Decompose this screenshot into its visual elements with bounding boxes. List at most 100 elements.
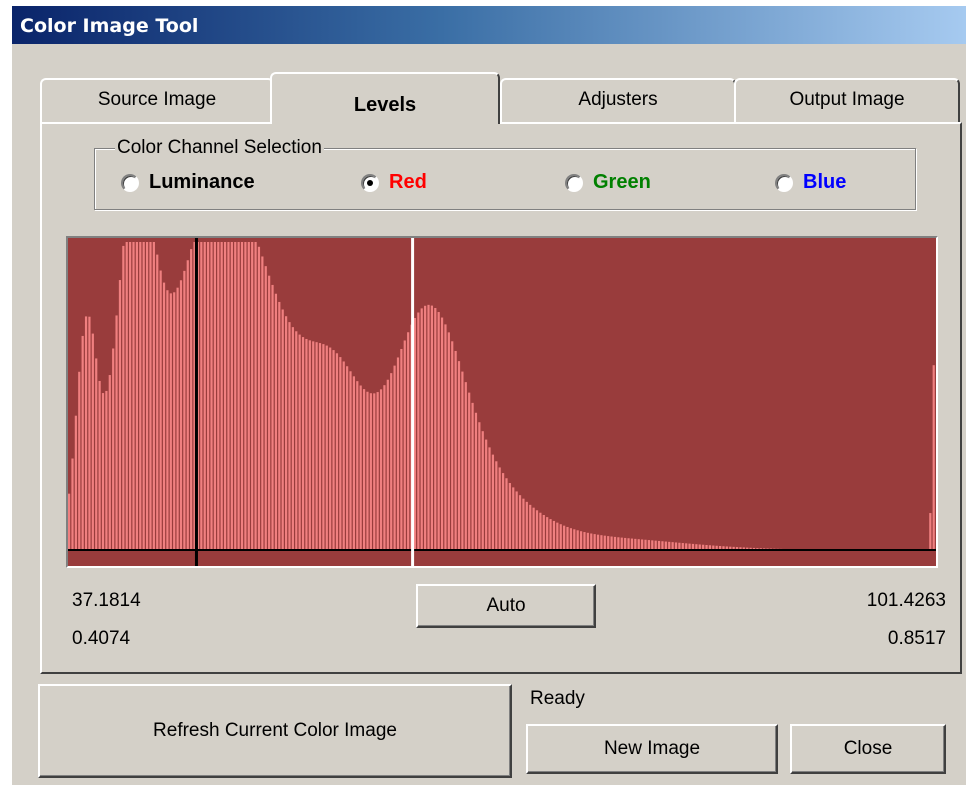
histogram-bar — [552, 520, 556, 550]
histogram-bar — [532, 507, 535, 550]
tab-levels[interactable]: Levels — [270, 72, 500, 124]
tab-output-image[interactable]: Output Image — [734, 78, 960, 122]
histogram-bar — [78, 371, 81, 550]
histogram-bar — [342, 361, 345, 550]
histogram-bar — [125, 242, 128, 550]
window-title: Color Image Tool — [20, 15, 199, 37]
histogram-bar — [461, 371, 464, 550]
histogram-bar — [444, 324, 447, 550]
histogram-bar — [332, 350, 335, 550]
histogram-bar — [315, 342, 318, 550]
histogram-bar — [674, 542, 678, 550]
histogram-bar — [264, 266, 267, 550]
histogram-bar — [464, 382, 467, 550]
histogram-bar — [515, 491, 518, 550]
histogram-bar — [400, 348, 403, 550]
histogram-bar — [295, 331, 298, 550]
histogram-bar — [485, 439, 488, 550]
histogram-bar — [169, 293, 172, 550]
tab-label: Levels — [353, 94, 417, 116]
histogram-bar — [617, 537, 620, 550]
histogram-bar — [563, 525, 566, 550]
histogram-bar — [468, 392, 471, 550]
radio-red-label: Red — [389, 171, 427, 193]
histogram-bar — [105, 390, 108, 550]
histogram-bar — [379, 389, 383, 550]
histogram-bar — [641, 539, 644, 550]
histogram-bar — [308, 340, 311, 550]
histogram-bar — [624, 537, 627, 550]
histogram-bar — [98, 380, 101, 550]
histogram-bar — [566, 526, 569, 550]
tab-label: Adjusters — [578, 89, 658, 110]
histogram-bar — [430, 305, 433, 550]
tab-label: Source Image — [97, 89, 217, 110]
radio-green-label: Green — [593, 171, 651, 193]
histogram-bar — [298, 334, 301, 550]
histogram-bar — [512, 487, 515, 550]
histogram-bar — [84, 316, 88, 550]
histogram-bar — [535, 510, 539, 550]
histogram-bar — [268, 275, 271, 550]
histogram-bar — [529, 504, 532, 550]
histogram-bar — [393, 365, 396, 550]
histogram-bar — [274, 293, 278, 550]
new-image-button-label: New Image — [603, 738, 701, 759]
histogram-bar — [383, 385, 386, 550]
histogram-bar — [376, 392, 379, 550]
histogram-bar — [481, 431, 484, 550]
histogram-bar — [929, 513, 932, 550]
histogram-bar — [230, 242, 233, 550]
histogram-bar — [373, 393, 376, 550]
histogram-bar — [647, 540, 650, 550]
histogram-bar — [288, 322, 291, 550]
histogram-area[interactable] — [66, 236, 938, 568]
histogram-bar — [451, 341, 454, 550]
histogram-bar — [335, 353, 339, 550]
color-image-tool-window: Color Image Tool Source Image Levels Adj… — [12, 6, 966, 785]
histogram-bar — [427, 304, 430, 550]
histogram-bar — [227, 242, 230, 550]
histogram-bar — [634, 538, 637, 550]
histogram-bar — [257, 246, 261, 551]
histogram-bar — [413, 318, 417, 550]
histogram-bar — [590, 533, 593, 550]
histogram-bar — [285, 316, 288, 550]
high-fraction-label: 0.8517 — [887, 628, 946, 649]
histogram-bar — [207, 242, 210, 550]
histogram-bar — [586, 532, 589, 550]
refresh-button-label: Refresh Current Color Image — [153, 720, 397, 741]
histogram-bar — [610, 536, 613, 550]
histogram-bar — [440, 317, 444, 550]
histogram-bar — [213, 242, 216, 550]
histogram-bar — [301, 337, 305, 550]
auto-button[interactable]: Auto — [416, 584, 596, 628]
new-image-button[interactable]: New Image — [526, 724, 778, 774]
histogram-bar — [325, 345, 328, 550]
histogram-bar — [407, 332, 410, 550]
close-button[interactable]: Close — [790, 724, 946, 774]
histogram-bar — [88, 316, 91, 550]
histogram-bar — [613, 536, 617, 550]
histogram-bar — [135, 242, 138, 550]
histogram-bar — [505, 478, 508, 550]
refresh-current-color-image-button[interactable]: Refresh Current Color Image — [38, 684, 512, 778]
tab-adjusters[interactable]: Adjusters — [500, 78, 736, 122]
histogram-bar — [579, 531, 583, 550]
histogram-bar — [346, 366, 349, 550]
histogram-bar — [149, 242, 152, 550]
histogram-bar — [396, 357, 400, 550]
histogram-bar — [162, 282, 166, 550]
groupbox-label: Color Channel Selection — [115, 137, 324, 159]
histogram-bar — [420, 308, 423, 550]
histogram-bar — [142, 242, 145, 550]
title-bar[interactable]: Color Image Tool — [12, 6, 966, 44]
histogram-bar — [132, 242, 135, 550]
histogram-bar — [471, 402, 474, 550]
histogram-bar — [129, 242, 132, 550]
radio-red-indicator — [361, 174, 379, 192]
histogram-bar — [173, 292, 176, 550]
tab-source-image[interactable]: Source Image — [40, 78, 274, 122]
histogram-bar — [223, 242, 227, 550]
histogram-bar — [74, 415, 77, 550]
